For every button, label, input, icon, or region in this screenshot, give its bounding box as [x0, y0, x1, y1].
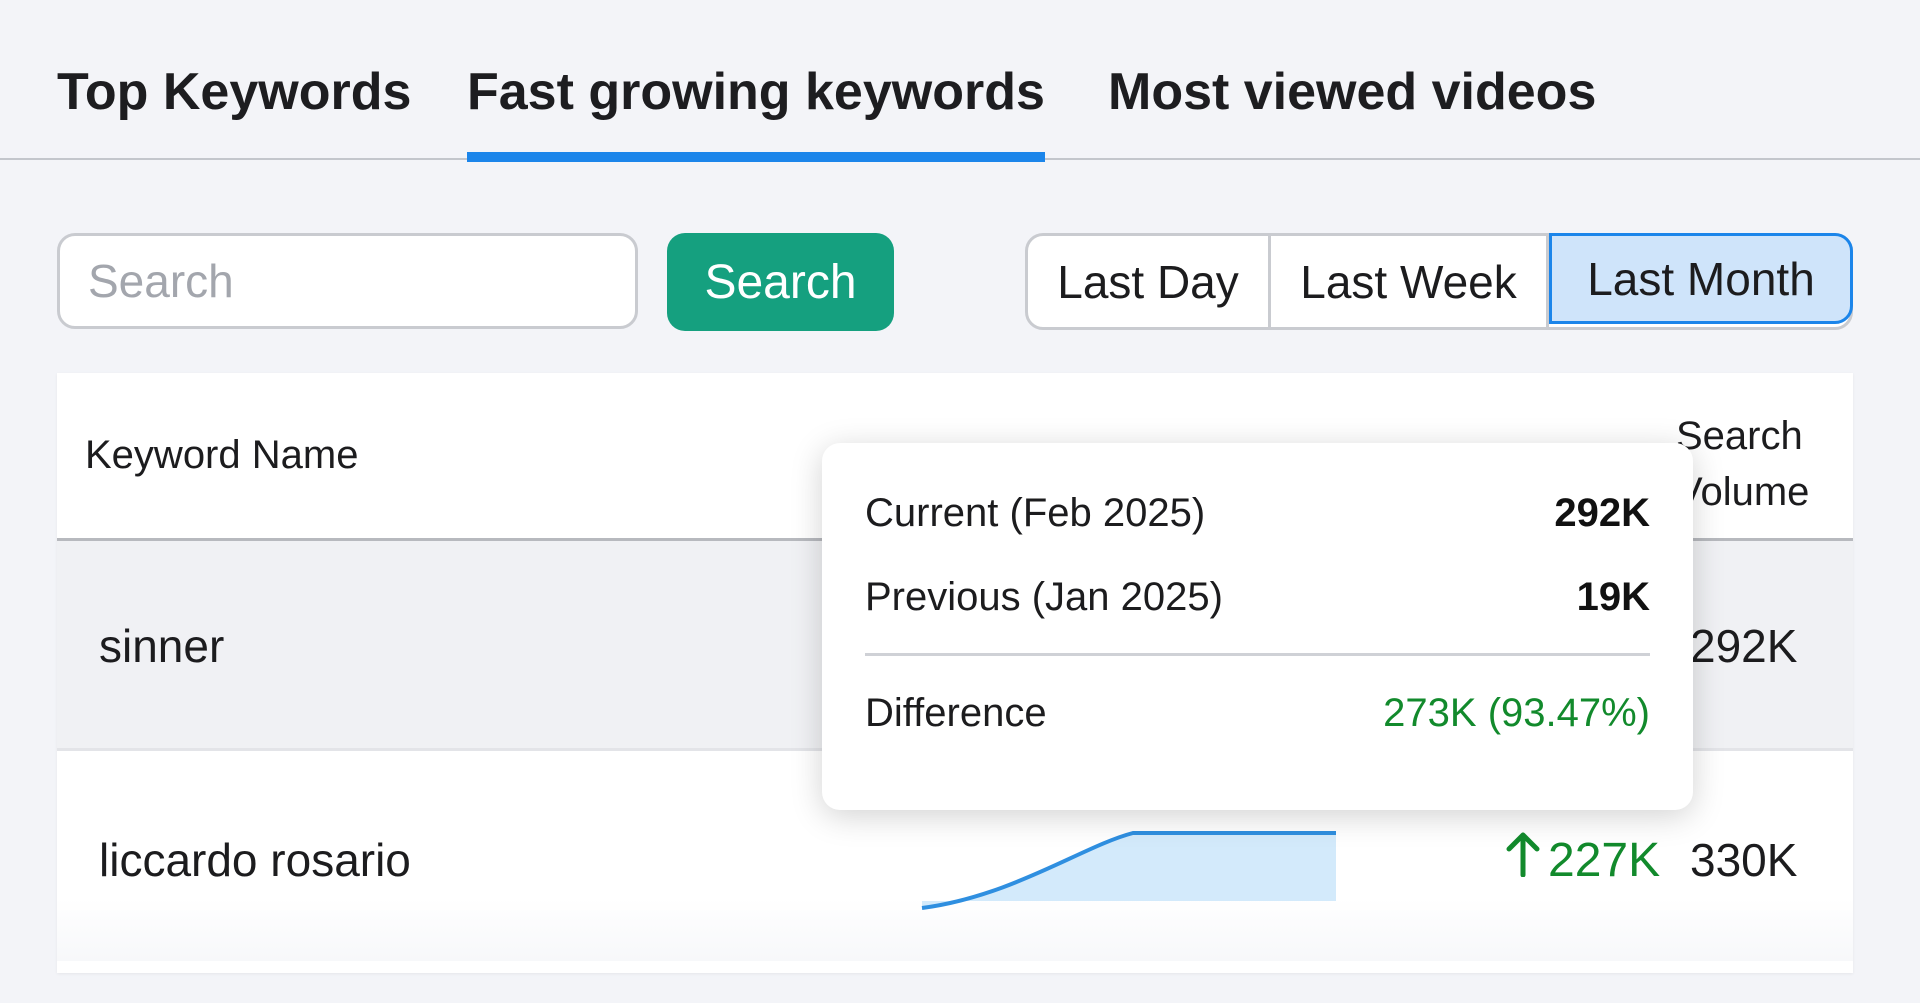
tab-fast-growing-keywords[interactable]: Fast growing keywords [467, 62, 1045, 162]
search-button[interactable]: Search [667, 233, 894, 331]
tooltip-difference-value: 273K (93.47%) [1383, 691, 1650, 735]
page: Top Keywords Fast growing keywords Most … [0, 0, 1920, 1003]
sparkline-area [922, 833, 1336, 908]
search-input[interactable] [57, 233, 638, 329]
tooltip-current-label: Current (Feb 2025) [865, 491, 1206, 535]
tooltip-previous-value: 19K [1576, 575, 1650, 619]
tab-bar: Top Keywords Fast growing keywords Most … [0, 0, 1920, 162]
tab-top-keywords[interactable]: Top Keywords [57, 62, 411, 160]
range-last-day[interactable]: Last Day [1028, 236, 1271, 327]
column-header-search-volume[interactable]: Search Volume [1676, 408, 1836, 520]
keyword-cell: sinner [99, 620, 225, 672]
growth-text: 227K [1548, 833, 1661, 887]
tooltip-difference-label: Difference [865, 691, 1047, 735]
range-last-month[interactable]: Last Month [1549, 233, 1853, 324]
volume-cell: 292K [1690, 620, 1798, 672]
tooltip-current-value: 292K [1554, 491, 1650, 535]
tooltip-divider [865, 653, 1650, 656]
comparison-tooltip: Current (Feb 2025) 292K Previous (Jan 20… [822, 443, 1693, 810]
arrow-up-icon [1506, 831, 1540, 889]
trend-sparkline[interactable] [863, 801, 1339, 911]
growth-value: 227K [1506, 831, 1660, 889]
tab-most-viewed-videos[interactable]: Most viewed videos [1108, 62, 1596, 160]
volume-cell: 330K [1690, 834, 1798, 886]
column-header-keyword[interactable]: Keyword Name [85, 433, 358, 478]
time-range-selector: Last Day Last Week Last Month [1025, 233, 1853, 330]
range-last-week[interactable]: Last Week [1271, 236, 1549, 327]
keyword-cell: liccardo rosario [99, 834, 411, 886]
tooltip-previous-label: Previous (Jan 2025) [865, 575, 1223, 619]
